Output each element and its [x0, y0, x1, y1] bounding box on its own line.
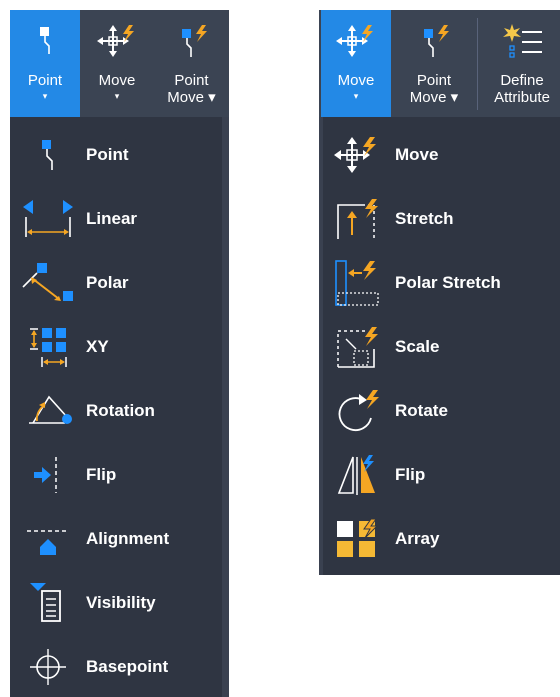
point-move-icon	[181, 25, 207, 57]
toolbar-move-button[interactable]: Move ▾	[321, 10, 391, 117]
toolbar-move-label: Move	[98, 72, 136, 89]
toolbar-define-label-2: Attribute	[494, 89, 550, 106]
basepoint-parameter-icon	[30, 649, 66, 685]
xy-parameter-icon	[30, 328, 67, 367]
toolbar-point-move-label-2: Move ▾	[167, 89, 216, 106]
left-menu-scroll-edge	[222, 117, 229, 697]
menu-item-label: Flip	[395, 465, 426, 484]
rotation-parameter-icon	[29, 395, 72, 424]
menu-item-rotation[interactable]: Rotation	[10, 381, 222, 441]
visibility-parameter-icon	[30, 583, 61, 622]
menu-item-rotate[interactable]: Rotate	[319, 381, 531, 441]
move-action-icon	[97, 25, 134, 57]
linear-parameter-icon	[23, 200, 73, 237]
menu-item-point[interactable]: Point	[10, 125, 222, 185]
toolbar-move-label: Move	[337, 72, 375, 89]
menu-item-label: Array	[395, 529, 440, 548]
chevron-down-icon: ▾	[42, 91, 48, 101]
move-action-icon	[336, 25, 373, 57]
point-move-icon	[424, 25, 449, 57]
menu-item-visibility[interactable]: Visibility	[10, 573, 222, 633]
menu-item-label: Scale	[395, 337, 440, 356]
menu-item-scale[interactable]: Scale	[319, 317, 531, 377]
menu-item-label: Polar Stretch	[395, 273, 501, 292]
toolbar-point-label: Point	[27, 72, 63, 89]
menu-item-basepoint[interactable]: Basepoint	[10, 637, 222, 697]
menu-item-alignment[interactable]: Alignment	[10, 509, 222, 569]
stretch-action-icon	[337, 199, 378, 239]
toolbar-point-move-label: Point	[416, 72, 452, 89]
alignment-parameter-icon	[27, 530, 69, 555]
menu-item-label: Move	[395, 145, 439, 164]
menu-item-stretch[interactable]: Stretch	[319, 189, 531, 249]
menu-item-xy[interactable]: XY	[10, 317, 222, 377]
menu-item-label: Basepoint	[86, 657, 169, 676]
toolbar-define-attribute-button[interactable]: Define Attribute	[481, 10, 560, 117]
menu-item-label: Alignment	[86, 529, 170, 548]
right-menu-edge	[319, 117, 323, 575]
right-action-toolbar: Move ▾ Point Move ▾ Define Attribute	[319, 10, 560, 117]
chevron-down-icon: ▾	[114, 91, 120, 101]
menu-item-polar[interactable]: Polar	[10, 253, 222, 313]
menu-item-label: Polar	[86, 273, 129, 292]
define-attribute-icon	[503, 24, 542, 58]
menu-item-label: Rotation	[86, 401, 155, 420]
menu-item-label: Linear	[86, 209, 138, 228]
toolbar-separator	[477, 18, 478, 110]
flip-parameter-icon	[34, 457, 57, 493]
left-parameter-toolbar: Point ▾ Move ▾ Point Move ▾	[10, 10, 229, 117]
left-parameter-menu: Point Linear Polar XY Rotation Flip Alig…	[10, 117, 229, 697]
point-parameter-icon	[40, 27, 50, 54]
toolbar-point-button[interactable]: Point ▾	[10, 10, 80, 117]
right-action-menu: Move Stretch Polar Stretch Scale Rotate …	[319, 117, 560, 575]
menu-item-label: Stretch	[395, 209, 454, 228]
menu-item-label: Point	[86, 145, 129, 164]
rotate-action-icon	[338, 390, 379, 431]
menu-item-label: Flip	[86, 465, 117, 484]
menu-item-linear[interactable]: Linear	[10, 189, 222, 249]
polar-parameter-icon	[22, 263, 73, 301]
menu-item-flip[interactable]: Flip	[10, 445, 222, 505]
chevron-down-icon: ▾	[353, 91, 359, 101]
menu-item-polar-stretch[interactable]: Polar Stretch	[319, 253, 531, 313]
scale-action-icon	[337, 327, 378, 368]
menu-item-move[interactable]: Move	[319, 125, 531, 185]
polar-stretch-action-icon	[335, 260, 379, 306]
array-action-icon	[337, 518, 379, 557]
menu-item-label: Visibility	[86, 593, 156, 612]
toolbar-point-move-button[interactable]: Point Move ▾	[395, 10, 473, 117]
flip-action-icon	[337, 455, 375, 495]
toolbar-move-button[interactable]: Move ▾	[82, 10, 152, 117]
menu-item-array[interactable]: Array	[319, 509, 531, 569]
toolbar-point-move-label: Point	[174, 72, 209, 89]
point-parameter-icon	[42, 140, 53, 170]
menu-item-label: XY	[86, 337, 109, 356]
menu-item-label: Rotate	[395, 401, 448, 420]
toolbar-point-move-button[interactable]: Point Move ▾	[154, 10, 229, 117]
menu-item-flip[interactable]: Flip	[319, 445, 531, 505]
move-action-icon	[334, 137, 376, 173]
toolbar-define-label: Define	[500, 72, 544, 89]
toolbar-point-move-label-2: Move ▾	[409, 89, 459, 106]
